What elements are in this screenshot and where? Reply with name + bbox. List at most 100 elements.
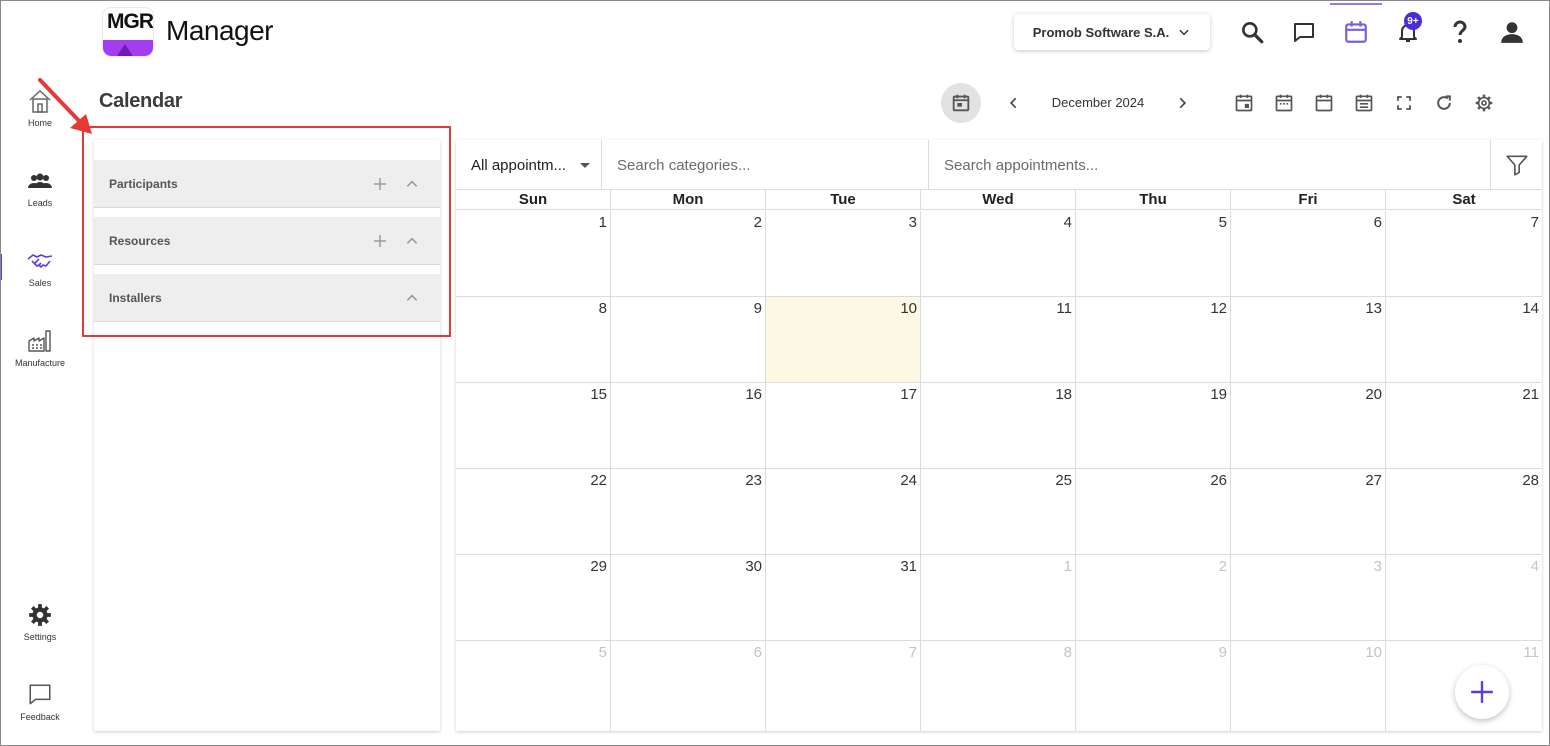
add-resource-button[interactable] [370,231,390,251]
day-cell[interactable]: 22 [456,469,611,554]
day-cell-other-month[interactable]: 2 [1076,555,1231,640]
day-cell-other-month[interactable]: 8 [921,641,1076,731]
day-cell[interactable]: 26 [1076,469,1231,554]
day-cell-other-month[interactable]: 6 [611,641,766,731]
day-cell[interactable]: 23 [611,469,766,554]
day-number: 29 [590,558,607,575]
day-number: 31 [900,558,917,575]
day-cell[interactable]: 6 [1231,211,1386,296]
nav-home[interactable]: Home [0,86,80,156]
day-cell[interactable]: 13 [1231,297,1386,382]
appointment-type-select[interactable]: All appointm... [456,140,602,190]
day-cell-other-month[interactable]: 3 [1231,555,1386,640]
weekday-label: Sun [456,190,611,210]
day-number: 27 [1365,472,1382,489]
day-cell[interactable]: 19 [1076,383,1231,468]
search-appointments-input[interactable] [929,140,1491,190]
messages-button[interactable] [1290,18,1318,46]
add-participant-button[interactable] [370,174,390,194]
app-name: Manager [166,15,274,46]
day-cell[interactable]: 7 [1386,211,1542,296]
nav-leads[interactable]: Leads [0,166,80,236]
section-participants[interactable]: Participants [94,160,440,208]
day-number: 4 [1063,214,1072,231]
filter-button[interactable] [1491,140,1542,190]
day-cell-today[interactable]: 10 [766,297,921,382]
day-cell[interactable]: 15 [456,383,611,468]
nav-manufacture[interactable]: Manufacture [0,326,80,396]
weekday-label: Sat [1452,191,1476,208]
day-number: 10 [1365,644,1382,661]
day-cell[interactable]: 29 [456,555,611,640]
weekday-label: Tue [766,190,921,210]
day-cell-other-month[interactable]: 10 [1231,641,1386,731]
day-cell[interactable]: 18 [921,383,1076,468]
nav-feedback[interactable]: Feedback [0,680,80,746]
company-selector[interactable]: Promob Software S.A. [1014,14,1210,50]
day-cell[interactable]: 27 [1231,469,1386,554]
day-cell[interactable]: 24 [766,469,921,554]
calendar-button[interactable] [1342,18,1370,46]
today-button[interactable] [941,83,981,123]
day-cell[interactable]: 31 [766,555,921,640]
day-cell[interactable]: 9 [611,297,766,382]
profile-button[interactable] [1498,18,1526,46]
day-cell[interactable]: 17 [766,383,921,468]
day-number: 7 [908,644,917,661]
day-cell[interactable]: 3 [766,211,921,296]
day-cell-other-month[interactable]: 4 [1386,555,1542,640]
calendar-settings-button[interactable] [1473,92,1495,114]
weekday-header: Sun Mon Tue Wed Thu Fri Sat [456,190,1542,210]
day-cell[interactable]: 21 [1386,383,1542,468]
day-cell[interactable]: 11 [921,297,1076,382]
nav-settings[interactable]: Settings [0,600,80,670]
day-cell-other-month[interactable]: 9 [1076,641,1231,731]
day-cell-other-month[interactable]: 5 [456,641,611,731]
day-cell[interactable]: 4 [921,211,1076,296]
fullscreen-button[interactable] [1393,92,1415,114]
week-view-button[interactable] [1273,92,1295,114]
section-resources[interactable]: Resources [94,217,440,265]
day-cell[interactable]: 8 [456,297,611,382]
handshake-icon [27,254,53,268]
month-view-button[interactable] [1313,92,1335,114]
day-number: 24 [900,472,917,489]
day-number: 5 [598,644,607,661]
nav-sales[interactable]: Sales [0,246,80,316]
day-cell[interactable]: 20 [1231,383,1386,468]
side-navigation: Home Leads Sales Manufacture Settings Fe… [0,70,80,746]
day-cell[interactable]: 14 [1386,297,1542,382]
collapse-resources-button[interactable] [402,231,422,251]
refresh-button[interactable] [1433,92,1455,114]
add-appointment-button[interactable] [1455,665,1509,719]
day-view-button[interactable] [1233,92,1255,114]
app-logo[interactable]: MGR [103,8,153,56]
day-number: 20 [1365,386,1382,403]
agenda-view-button[interactable] [1353,92,1375,114]
chevron-up-icon [406,180,418,187]
day-cell-other-month[interactable]: 1 [921,555,1076,640]
section-installers[interactable]: Installers [94,274,440,322]
collapse-installers-button[interactable] [402,288,422,308]
help-button[interactable] [1446,18,1474,46]
day-number: 3 [1373,558,1382,575]
search-button[interactable] [1238,18,1266,46]
day-cell[interactable]: 16 [611,383,766,468]
day-cell[interactable]: 30 [611,555,766,640]
next-month-button[interactable] [1172,93,1192,113]
chevron-down-icon [1179,29,1189,36]
day-cell[interactable]: 12 [1076,297,1231,382]
day-cell[interactable]: 2 [611,211,766,296]
day-cell[interactable]: 5 [1076,211,1231,296]
day-number: 8 [1063,644,1072,661]
day-cell[interactable]: 25 [921,469,1076,554]
day-number: 13 [1365,300,1382,317]
day-cell-other-month[interactable]: 7 [766,641,921,731]
question-icon [1453,20,1467,43]
day-cell[interactable]: 1 [456,211,611,296]
search-categories-input[interactable] [602,140,929,190]
prev-month-button[interactable] [1004,93,1024,113]
day-cell[interactable]: 28 [1386,469,1542,554]
chat-icon [1294,23,1314,42]
collapse-participants-button[interactable] [402,174,422,194]
